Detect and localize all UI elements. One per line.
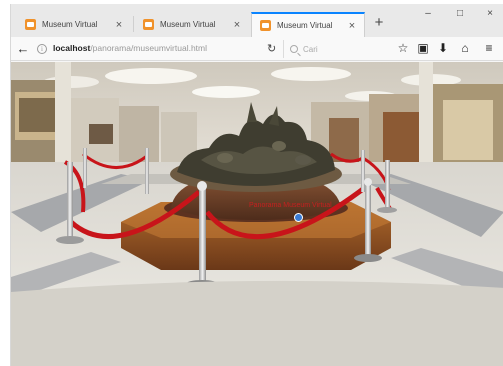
search-placeholder: Cari bbox=[303, 44, 318, 54]
museum-favicon-icon bbox=[143, 19, 154, 30]
back-button[interactable]: ← bbox=[16, 41, 30, 56]
close-window-button[interactable]: × bbox=[481, 8, 499, 19]
tab-museum-virtual-2[interactable]: Museum Virtual × bbox=[135, 12, 249, 37]
home-icon[interactable]: ⌂ bbox=[457, 41, 473, 55]
search-input[interactable]: Cari bbox=[283, 40, 383, 58]
panorama-viewer[interactable]: Panorama Museum Virtual bbox=[11, 62, 503, 366]
site-info-icon[interactable]: i bbox=[37, 44, 47, 54]
panorama-scene bbox=[11, 62, 503, 366]
minimize-button[interactable]: – bbox=[419, 8, 437, 19]
menu-icon[interactable]: ≡ bbox=[481, 41, 497, 55]
tab-museum-virtual-3[interactable]: Museum Virtual × bbox=[251, 12, 365, 37]
tab-title: Museum Virtual bbox=[160, 20, 216, 29]
bookmark-star-icon[interactable]: ☆ bbox=[395, 41, 411, 55]
download-icon[interactable]: ⬇ bbox=[435, 41, 451, 55]
foreground-floor-cap bbox=[11, 280, 503, 366]
address-bar[interactable]: localhost/panorama/museumvirtual.html bbox=[53, 43, 207, 53]
tab-title: Museum Virtual bbox=[42, 20, 98, 29]
tab-title: Museum Virtual bbox=[277, 21, 333, 30]
browser-window: Museum Virtual × Museum Virtual × Museum… bbox=[10, 4, 503, 366]
tab-separator bbox=[133, 16, 134, 32]
museum-favicon-icon bbox=[25, 19, 36, 30]
tab-museum-virtual-1[interactable]: Museum Virtual × bbox=[17, 12, 131, 37]
navigation-bar: ← i localhost/panorama/museumvirtual.htm… bbox=[11, 37, 503, 61]
new-tab-button[interactable]: + bbox=[371, 14, 387, 31]
tab-strip: Museum Virtual × Museum Virtual × Museum… bbox=[11, 4, 503, 37]
reload-button[interactable]: ↻ bbox=[267, 42, 276, 55]
hotspot-label[interactable]: Panorama Museum Virtual bbox=[249, 202, 332, 209]
close-tab-icon[interactable]: × bbox=[230, 19, 244, 31]
hotspot-marker-icon[interactable] bbox=[294, 213, 303, 222]
library-icon[interactable]: ▣ bbox=[415, 41, 431, 55]
url-host: localhost bbox=[53, 43, 91, 53]
search-icon bbox=[290, 45, 298, 53]
url-path: /panorama/museumvirtual.html bbox=[90, 43, 207, 53]
close-tab-icon[interactable]: × bbox=[112, 19, 126, 31]
maximize-button[interactable]: □ bbox=[451, 8, 469, 19]
museum-favicon-icon bbox=[260, 20, 271, 31]
close-tab-icon[interactable]: × bbox=[345, 20, 359, 32]
